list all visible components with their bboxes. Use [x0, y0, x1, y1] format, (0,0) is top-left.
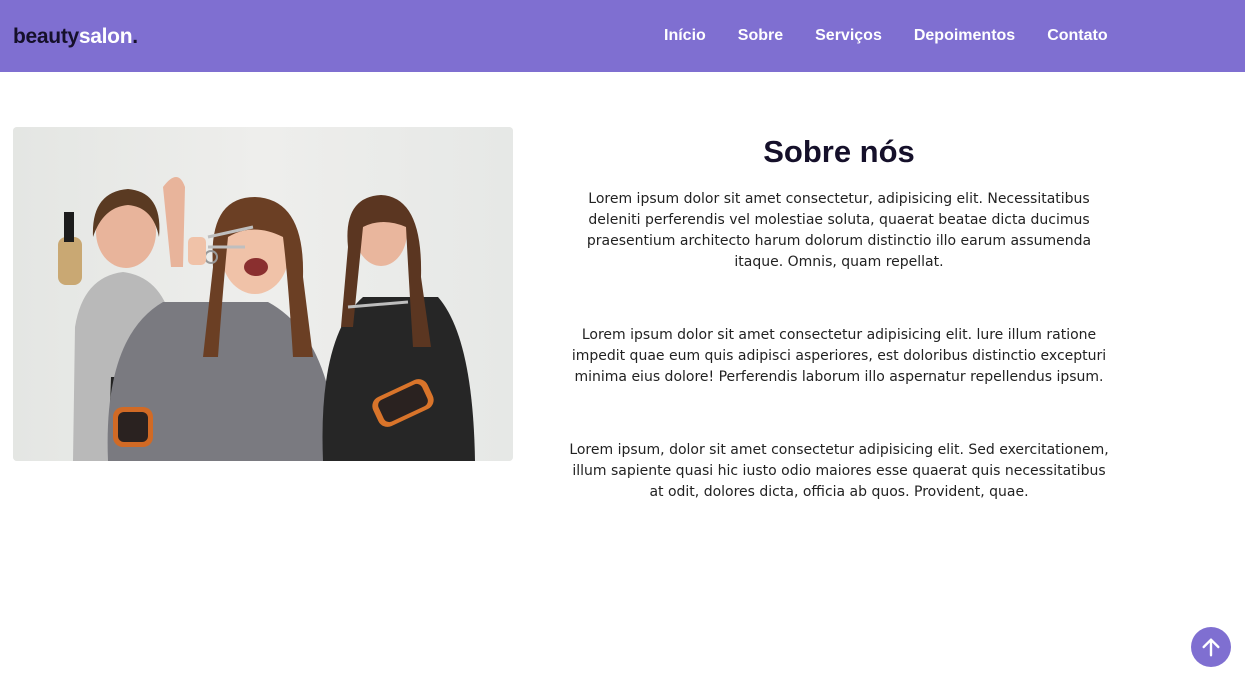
nav-link-servicos[interactable]: Serviços: [815, 24, 882, 48]
main-nav: Início Sobre Serviços Depoimentos Contat…: [664, 24, 1140, 48]
about-paragraph-3: Lorem ipsum, dolor sit amet consectetur …: [569, 442, 1109, 500]
salon-team-illustration: [13, 127, 513, 461]
brand-logo-dot: .: [132, 25, 138, 48]
nav-link-sobre[interactable]: Sobre: [738, 24, 783, 48]
brand-logo-part1: beauty: [13, 25, 79, 48]
about-section: Sobre nós Lorem ipsum dolor sit amet con…: [565, 127, 1113, 503]
about-paragraph-1: Lorem ipsum dolor sit amet consectetur, …: [586, 191, 1092, 270]
nav-link-inicio[interactable]: Início: [664, 24, 706, 48]
about-photo: [13, 127, 513, 461]
back-to-top-button[interactable]: [1191, 627, 1231, 667]
about-paragraph-2: Lorem ipsum dolor sit amet consectetur a…: [571, 327, 1107, 385]
brand-logo[interactable]: beautysalon.: [13, 23, 138, 51]
nav-link-depoimentos[interactable]: Depoimentos: [914, 24, 1015, 48]
nav-link-contato[interactable]: Contato: [1047, 24, 1107, 48]
about-title: Sobre nós: [763, 134, 915, 169]
arrow-up-icon: [1202, 638, 1220, 657]
site-header: beautysalon. Início Sobre Serviços Depoi…: [0, 0, 1245, 72]
brand-logo-part2: salon: [78, 25, 133, 48]
